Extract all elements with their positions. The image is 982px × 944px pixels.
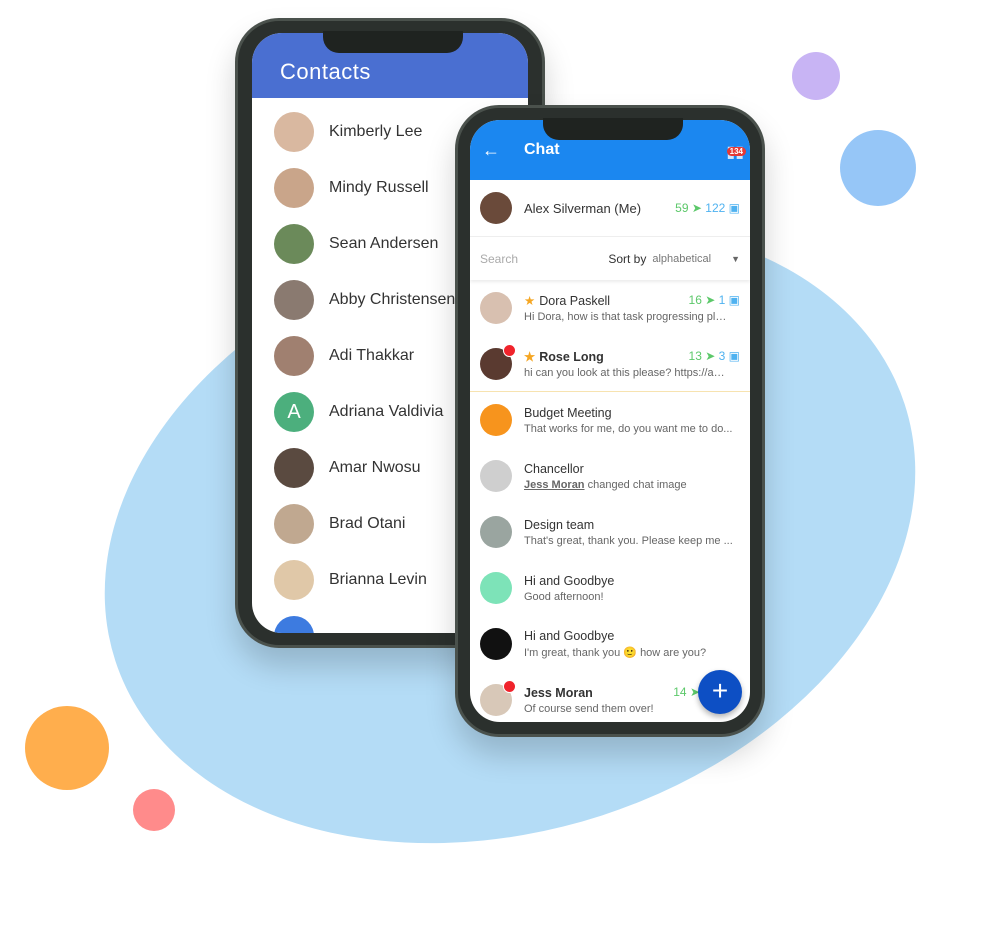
contact-name: Brad Otani <box>329 515 406 532</box>
sent-count: 13 <box>688 349 702 363</box>
sent-count: 59 <box>675 201 689 215</box>
my-profile-row[interactable]: Alex Silverman (Me) 59 ➤ 122 ▣ <box>470 180 750 237</box>
search-sort-bar: Search Sort by alphabetical ▼ <box>470 237 750 280</box>
star-icon: ★ <box>524 349 536 364</box>
avatar <box>480 628 512 660</box>
avatar <box>480 460 512 492</box>
notification-badge: 134 <box>726 147 746 156</box>
page-title: Chat <box>524 141 560 158</box>
send-icon: ➤ <box>705 349 716 363</box>
avatar <box>274 112 314 152</box>
chevron-down-icon[interactable]: ▼ <box>731 254 740 264</box>
avatar <box>274 336 314 376</box>
contact-name: Sean Andersen <box>329 235 439 252</box>
avatar <box>480 292 512 324</box>
avatar <box>274 224 314 264</box>
message-icon: ▣ <box>728 201 740 215</box>
avatar <box>480 343 516 380</box>
chat-preview: Of course send them over! <box>524 702 654 715</box>
send-icon: ➤ <box>705 293 716 307</box>
message-count: 3 <box>718 349 726 363</box>
avatar <box>274 504 314 544</box>
sort-select[interactable]: alphabetical <box>652 253 711 265</box>
new-chat-button[interactable]: + <box>698 670 742 714</box>
contact-name: Brianna Levin <box>329 571 427 588</box>
sort-label: Sort by <box>608 251 647 266</box>
phone-notch <box>543 118 683 140</box>
chat-name: Hi and Goodbye <box>524 573 615 588</box>
preview-user[interactable]: Jess Moran <box>524 479 585 491</box>
avatar <box>274 280 314 320</box>
chat-name: Rose Long <box>539 349 604 364</box>
chat-phone: ← Chat ▮▮ 134 Alex Silverman (Me) 59 ➤ 1… <box>455 105 765 737</box>
chat-name: Jess Moran <box>524 685 593 700</box>
search-input[interactable]: Search <box>480 252 608 266</box>
chat-name: Design team <box>524 517 595 532</box>
contact-name: Adriana Valdivia <box>329 403 444 420</box>
chat-preview: changed chat image <box>587 478 687 491</box>
avatar <box>480 572 512 604</box>
avatar <box>480 404 512 436</box>
phone-notch <box>323 31 463 53</box>
avatar <box>274 616 314 633</box>
contact-name: Kimberly Lee <box>329 123 423 140</box>
avatar <box>274 168 314 208</box>
chat-screen: ← Chat ▮▮ 134 Alex Silverman (Me) 59 ➤ 1… <box>470 120 750 722</box>
chat-name: Hi and Goodbye <box>524 629 615 643</box>
sent-count: 14 <box>673 685 687 699</box>
plus-icon: + <box>711 675 729 706</box>
chat-name: Chancellor <box>524 461 584 476</box>
back-arrow-icon[interactable]: ← <box>482 140 500 161</box>
decor-circle-purple <box>792 52 840 100</box>
decor-circle-pink <box>133 789 175 831</box>
sent-count: 16 <box>688 293 702 307</box>
contact-name: Adi Thakkar <box>329 347 415 364</box>
chat-item[interactable]: Hi and Goodbye I'm great, thank you 🙂 ho… <box>470 616 750 672</box>
message-count: 1 <box>718 293 726 307</box>
decor-circle-orange <box>25 706 109 790</box>
unread-dot <box>503 343 516 357</box>
chat-preview: That works for me, do you want me to do.… <box>524 422 733 435</box>
avatar-initial: A <box>287 400 301 423</box>
contact-name: Abby Christensen <box>329 291 456 308</box>
chat-item[interactable]: Design team That's great, thank you. Ple… <box>470 504 750 560</box>
unread-dot <box>503 680 516 693</box>
avatar <box>480 680 516 716</box>
chat-preview: Hi Dora, how is that task progressing pl… <box>524 311 729 323</box>
message-icon: ▣ <box>728 293 740 307</box>
chat-list: ★ Dora Paskell Hi Dora, how is that task … <box>470 280 750 722</box>
chat-item[interactable]: Chancellor Jess Moran changed chat image <box>470 448 750 504</box>
message-icon: ▣ <box>728 349 740 363</box>
chat-item[interactable]: ★ Rose Long hi can you look at this pleas… <box>470 336 750 392</box>
contact-name: Amar Nwosu <box>329 459 421 476</box>
chat-item[interactable]: ★ Dora Paskell Hi Dora, how is that task … <box>470 280 750 336</box>
chat-preview: hi can you look at this please? https://… <box>524 366 729 379</box>
star-icon: ★ <box>524 294 536 308</box>
avatar <box>274 448 314 488</box>
chat-item[interactable]: Budget Meeting That works for me, do you… <box>470 392 750 448</box>
chat-preview: I'm great, thank you 🙂 how are you? <box>524 647 707 659</box>
decor-circle-blue <box>840 130 916 206</box>
chat-name: Dora Paskell <box>539 294 611 308</box>
send-icon: ➤ <box>691 201 702 215</box>
chat-item[interactable]: Hi and Goodbye Good afternoon! <box>470 560 750 616</box>
avatar <box>274 560 314 600</box>
chat-preview: That's great, thank you. Please keep me … <box>524 534 733 547</box>
chat-name: Budget Meeting <box>524 405 612 420</box>
avatar <box>480 192 512 224</box>
avatar <box>480 516 512 548</box>
avatar: A <box>274 392 314 432</box>
message-count: 122 <box>705 201 726 215</box>
contact-name: Mindy Russell <box>329 179 429 196</box>
chat-preview: Good afternoon! <box>524 590 604 603</box>
page-title: Contacts <box>280 59 371 84</box>
